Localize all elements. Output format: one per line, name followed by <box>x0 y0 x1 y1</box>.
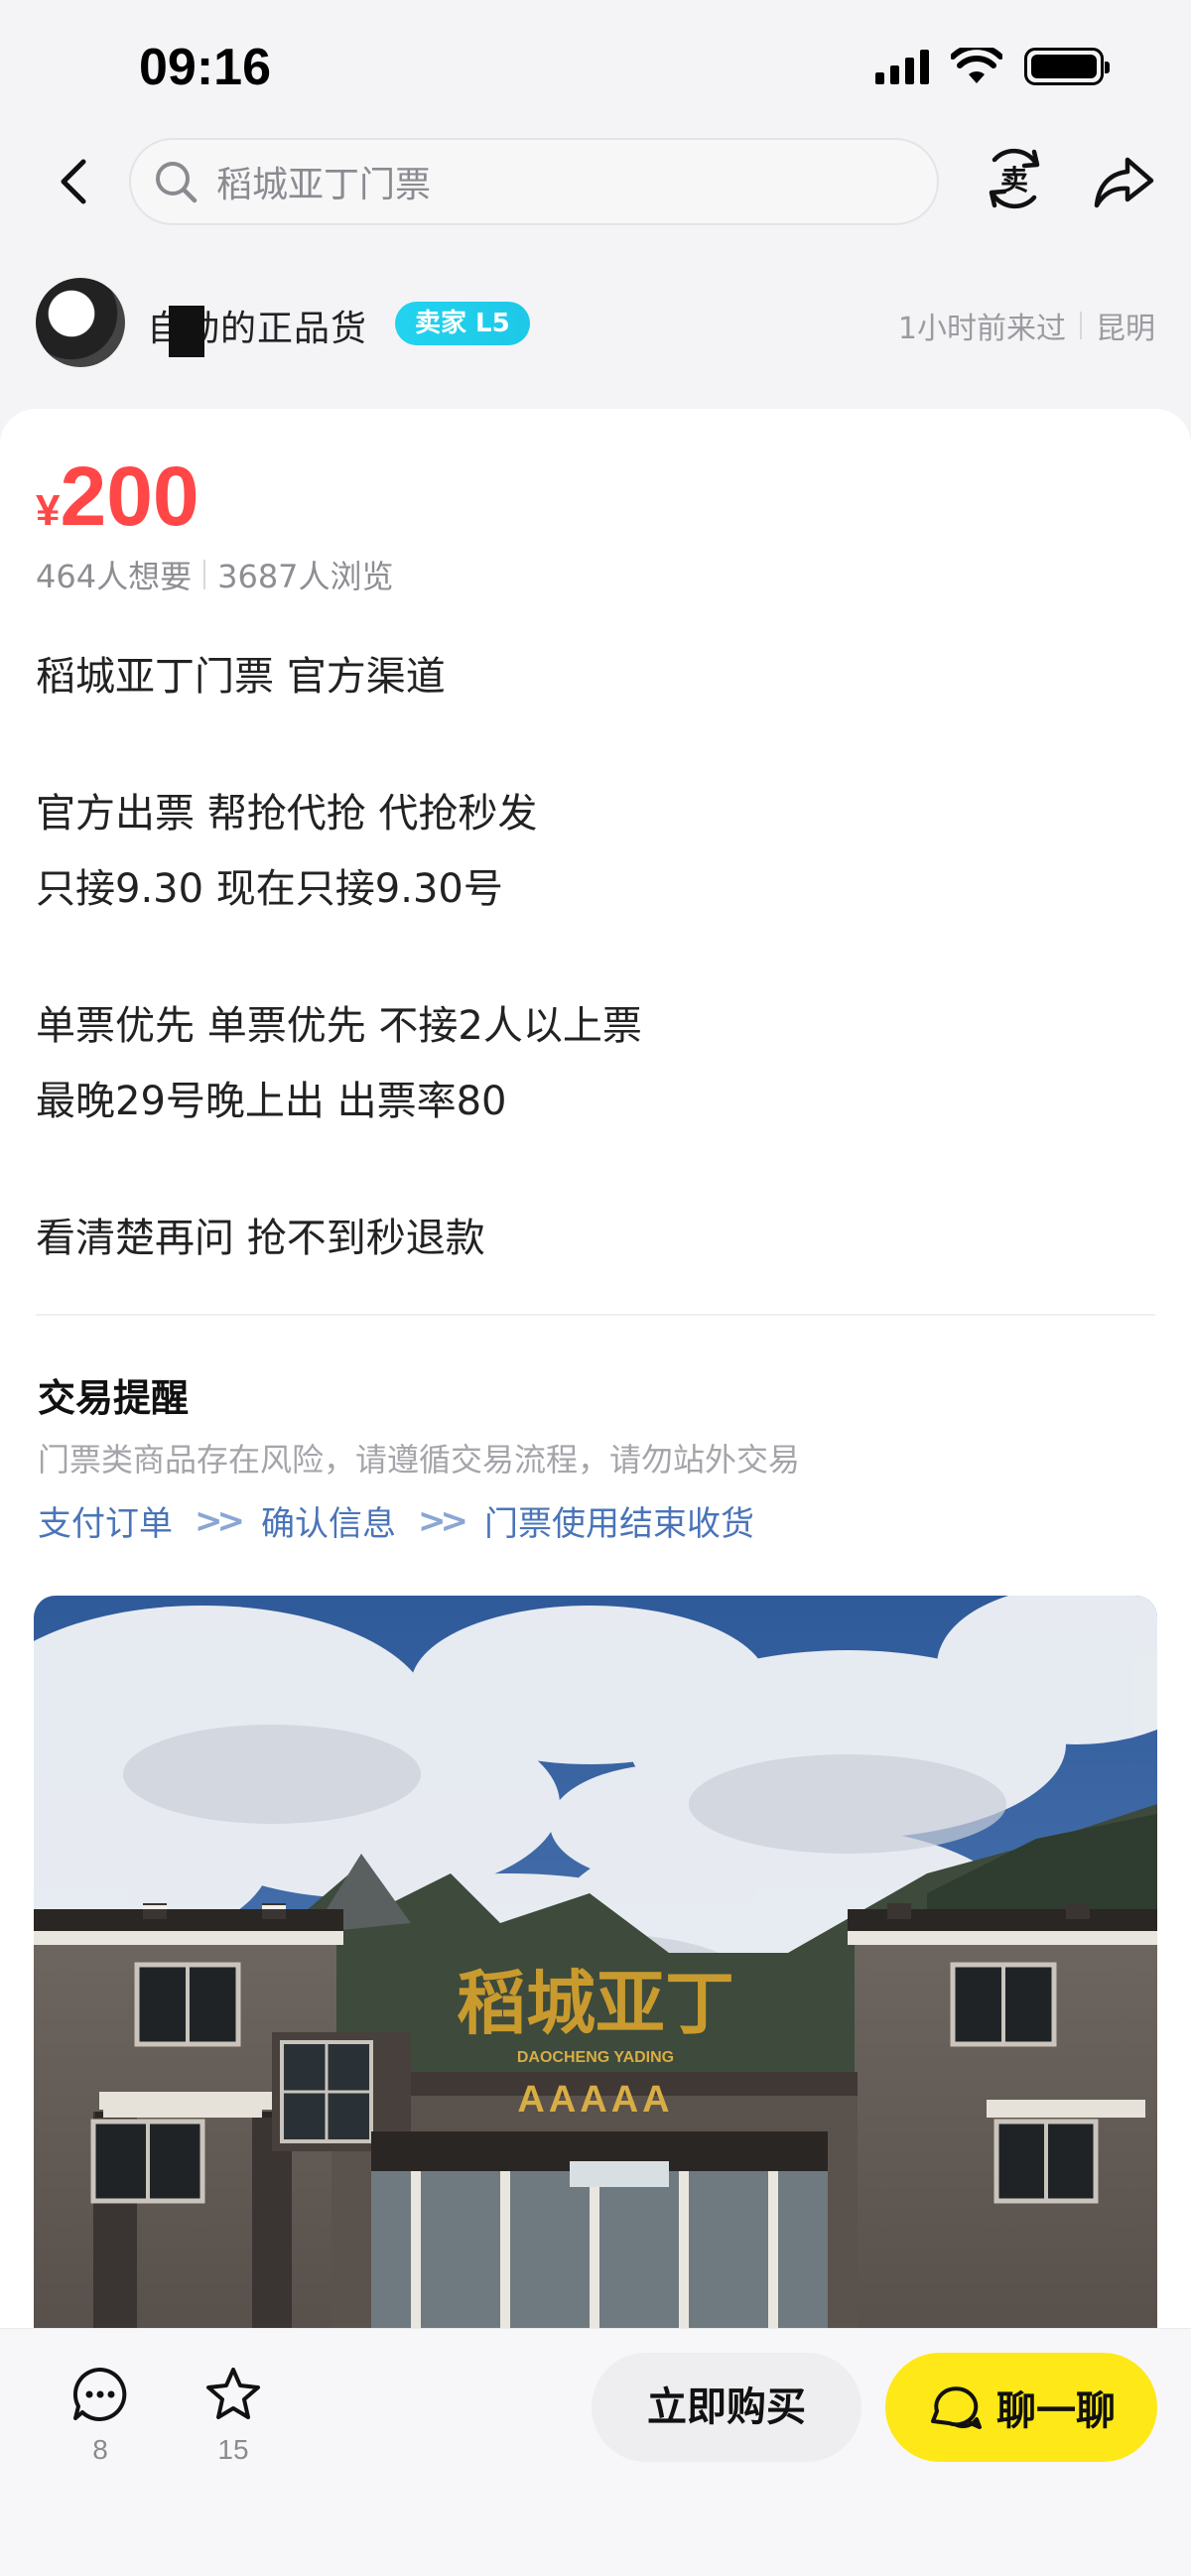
wants-count: 464人想要 <box>36 558 193 595</box>
search-icon <box>156 162 198 203</box>
back-icon[interactable] <box>46 152 105 211</box>
gate-sign-text: 稻城亚丁 <box>457 1962 734 2044</box>
comment-icon <box>72 2367 127 2421</box>
seller-location: 昆明 <box>1096 312 1155 346</box>
sell-icon[interactable]: 卖 <box>983 144 1046 213</box>
status-icons <box>875 48 1110 85</box>
status-time: 09:16 <box>139 39 271 96</box>
seller-level-badge: 卖家 L5 <box>395 302 530 345</box>
price-symbol: ¥ <box>36 486 61 535</box>
description-line: 看清楚再问 抢不到秒退款 <box>36 1216 485 1261</box>
views-count: 3687人浏览 <box>217 558 394 595</box>
chevron-right-icon: >> <box>195 1500 245 1541</box>
description-line: 最晚29号晚上出 出票率80 <box>36 1079 507 1124</box>
trade-step-receive[interactable]: 门票使用结束收货 <box>484 1496 754 1545</box>
gate-sign-en-text: DAOCHENG YADING <box>517 2049 674 2066</box>
status-bar: 09:16 <box>0 0 1191 129</box>
seller-info[interactable]: 自动的正品货 卖家 L5 1小时前来过 昆明 <box>0 278 1191 377</box>
trade-steps: 支付订单 >> 确认信息 >> 门票使用结束收货 <box>38 1496 754 1545</box>
search-input[interactable]: 稻城亚丁门票 <box>129 138 939 225</box>
price: ¥200 <box>36 449 199 545</box>
trade-tips-title: 交易提醒 <box>38 1376 190 1420</box>
trade-step-confirm[interactable]: 确认信息 <box>261 1496 396 1545</box>
section-divider <box>36 1314 1155 1316</box>
favorite-button[interactable]: 15 <box>189 2365 278 2466</box>
star-icon <box>206 2368 260 2419</box>
listing-stats: 464人想要 3687人浏览 <box>36 552 394 597</box>
description-line: 官方出票 帮抢代抢 代抢秒发 <box>36 791 538 837</box>
buy-now-button[interactable]: 立即购买 <box>592 2353 861 2462</box>
signal-icon <box>875 49 929 84</box>
svg-text:卖: 卖 <box>1000 164 1028 196</box>
chevron-right-icon: >> <box>417 1500 468 1541</box>
chat-icon <box>931 2386 982 2429</box>
nav-bar: 稻城亚丁门票 卖 <box>0 134 1191 229</box>
seller-last-seen: 1小时前来过 <box>897 312 1066 346</box>
price-value: 200 <box>60 450 199 543</box>
battery-icon <box>1024 48 1110 85</box>
description-line: 只接9.30 现在只接9.30号 <box>36 866 503 912</box>
listing-card: ¥200 464人想要 3687人浏览 稻城亚丁门票 官方渠道 官方出票 帮抢代… <box>0 409 1191 2576</box>
description-line: 单票优先 单票优先 不接2人以上票 <box>36 1003 642 1049</box>
description-line: 稻城亚丁门票 官方渠道 <box>36 654 446 700</box>
seller-avatar[interactable] <box>36 278 125 367</box>
gate-rating-text: AAAAA <box>517 2079 673 2121</box>
trade-step-pay[interactable]: 支付订单 <box>38 1496 173 1545</box>
trade-tips-text: 门票类商品存在风险，请遵循交易流程，请勿站外交易 <box>38 1441 801 1479</box>
share-icon[interactable] <box>1092 148 1157 213</box>
bottom-action-bar: 8 15 立即购买 聊一聊 <box>0 2328 1191 2576</box>
search-query: 稻城亚丁门票 <box>216 165 432 205</box>
chat-button-label: 聊一聊 <box>996 2388 1116 2434</box>
favorite-count: 15 <box>217 2434 249 2465</box>
redaction-mark <box>169 306 204 357</box>
listing-description: 稻城亚丁门票 官方渠道 官方出票 帮抢代抢 代抢秒发 只接9.30 现在只接9.… <box>36 639 1147 1276</box>
comment-count: 8 <box>92 2434 108 2465</box>
meta-divider <box>1080 312 1082 339</box>
wifi-icon <box>951 48 1002 83</box>
stats-divider <box>203 560 206 589</box>
seller-meta: 1小时前来过 昆明 <box>898 304 1155 347</box>
chat-button[interactable]: 聊一聊 <box>885 2353 1157 2462</box>
comment-button[interactable]: 8 <box>56 2365 145 2466</box>
